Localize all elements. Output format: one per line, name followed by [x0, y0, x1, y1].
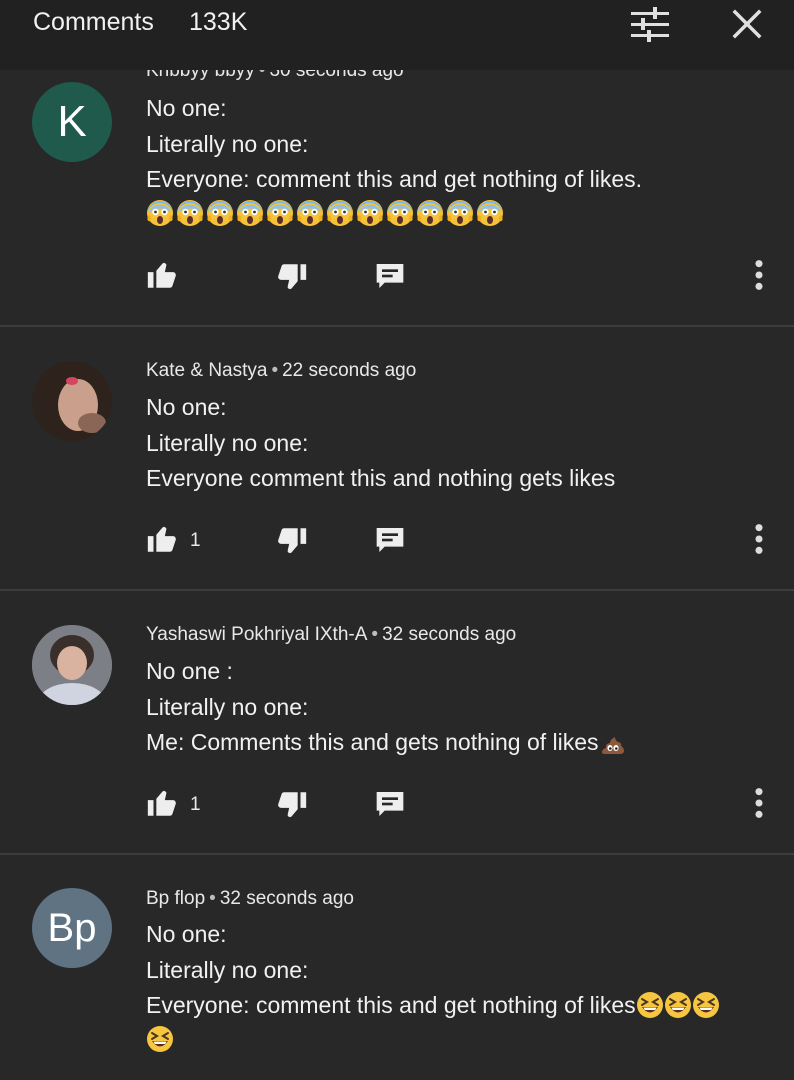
comment-icon	[376, 264, 404, 288]
divider	[0, 589, 794, 591]
comment-line: Everyone: comment this and get nothing o…	[146, 166, 643, 192]
author-name[interactable]: Kate & Nastya	[146, 360, 267, 381]
emoji-group	[636, 992, 720, 1018]
avatar[interactable]	[32, 361, 112, 441]
face-screaming-in-fear-icon	[267, 199, 293, 226]
dislike-button[interactable]	[274, 260, 310, 294]
author-name[interactable]: Bp flop	[146, 888, 205, 909]
comment-line: No one:	[146, 95, 227, 121]
grinning-squinting-face-icon	[692, 992, 719, 1018]
comment-icon	[376, 792, 404, 816]
comment-line: Me: Comments this and gets nothing of li…	[146, 725, 627, 761]
avatar[interactable]: Bp	[32, 888, 112, 968]
comment-count: 133K	[189, 8, 248, 36]
face-screaming-in-fear-icon	[147, 199, 173, 226]
comment-line: Literally no one:	[146, 130, 309, 157]
comment-time: 32 seconds ago	[219, 888, 354, 909]
like-button[interactable]	[144, 258, 180, 292]
comment-icon	[376, 528, 404, 552]
comment-text: No one: Literally no one: Everyone comme…	[146, 390, 615, 497]
avatar-letter: Bp	[47, 905, 97, 950]
comments-list: K Knbbyy bbyy • 30 seconds ago No one: Lit…	[0, 0, 794, 1080]
like-button[interactable]	[144, 522, 180, 556]
reply-button[interactable]	[374, 788, 406, 820]
more-button[interactable]	[754, 786, 764, 820]
avatar-photo	[32, 361, 112, 441]
face-screaming-in-fear-icon	[357, 199, 383, 226]
like-count: 1	[190, 794, 201, 815]
thumbs-down-icon	[278, 792, 307, 818]
comments-header: Comments 133K	[0, 0, 794, 70]
face-screaming-in-fear-icon	[387, 199, 413, 226]
face-screaming-in-fear-icon	[297, 199, 323, 226]
comment-meta: Yashaswi Pokhriyal IXth-A • 32 seconds ago	[146, 624, 517, 645]
sort-button[interactable]	[629, 6, 671, 44]
divider	[0, 325, 794, 327]
avatar[interactable]: K	[32, 82, 112, 162]
grinning-squinting-face-icon	[664, 992, 691, 1018]
dislike-button[interactable]	[274, 788, 310, 822]
more-vertical-icon	[755, 524, 763, 554]
face-screaming-in-fear-icon	[237, 199, 263, 226]
face-screaming-in-fear-icon	[327, 199, 353, 226]
comment-line-text: Me: Comments this and gets nothing of li…	[146, 729, 599, 755]
grinning-squinting-face-icon	[147, 1025, 173, 1052]
close-icon	[732, 9, 762, 39]
comment-actions	[0, 258, 794, 298]
thumbs-up-icon	[147, 262, 176, 288]
comment-line: No one:	[146, 921, 227, 947]
comment-meta: Bp flop • 32 seconds ago	[146, 888, 354, 909]
emoji-row	[146, 1024, 720, 1054]
comment-line: Everyone: comment this and get nothing o…	[146, 988, 720, 1024]
reply-button[interactable]	[374, 524, 406, 556]
more-vertical-icon	[755, 260, 763, 290]
face-screaming-in-fear-icon	[477, 199, 503, 226]
face-screaming-in-fear-icon	[177, 199, 203, 226]
like-count: 1	[190, 530, 201, 551]
comment-time: 32 seconds ago	[382, 624, 517, 645]
comment-text: No one: Literally no one: Everyone: comm…	[146, 917, 720, 1054]
comment-line-text: Everyone: comment this and get nothing o…	[146, 992, 636, 1018]
close-button[interactable]	[728, 5, 766, 43]
comment-line: Literally no one:	[146, 956, 309, 983]
page-title: Comments	[33, 8, 154, 36]
more-vertical-icon	[755, 788, 763, 818]
face-screaming-in-fear-icon	[207, 199, 233, 226]
comment-line: No one:	[146, 394, 227, 420]
comment-line: No one :	[146, 658, 233, 684]
pile-of-poo-icon	[601, 737, 624, 754]
comment-line: Literally no one:	[146, 429, 309, 456]
thumbs-down-icon	[278, 528, 307, 554]
emoji-row	[146, 198, 642, 228]
face-screaming-in-fear-icon	[417, 199, 443, 226]
comment-meta: Kate & Nastya • 22 seconds ago	[146, 360, 417, 381]
comment-time: 22 seconds ago	[282, 360, 417, 381]
more-button[interactable]	[754, 522, 764, 556]
comment-line: Literally no one:	[146, 693, 309, 720]
comment-actions: 1	[0, 786, 794, 826]
thumbs-down-icon	[278, 264, 307, 290]
grinning-squinting-face-icon	[636, 992, 663, 1018]
reply-button[interactable]	[374, 260, 406, 292]
dislike-button[interactable]	[274, 524, 310, 558]
avatar-photo	[32, 625, 112, 705]
comment-actions: 1	[0, 522, 794, 562]
divider	[0, 853, 794, 855]
more-button[interactable]	[754, 258, 764, 292]
thumbs-up-icon	[147, 526, 176, 552]
like-button[interactable]	[144, 786, 180, 820]
face-screaming-in-fear-icon	[447, 199, 473, 226]
comment-text: No one : Literally no one: Me: Comments …	[146, 654, 627, 761]
avatar-letter: K	[57, 97, 87, 146]
comment-text: No one: Literally no one: Everyone: comm…	[146, 91, 642, 228]
comment-line: Everyone comment this and nothing gets l…	[146, 465, 616, 491]
avatar[interactable]	[32, 625, 112, 705]
thumbs-up-icon	[147, 790, 176, 816]
author-name[interactable]: Yashaswi Pokhriyal IXth-A	[146, 624, 367, 645]
sliders-icon	[631, 7, 669, 42]
